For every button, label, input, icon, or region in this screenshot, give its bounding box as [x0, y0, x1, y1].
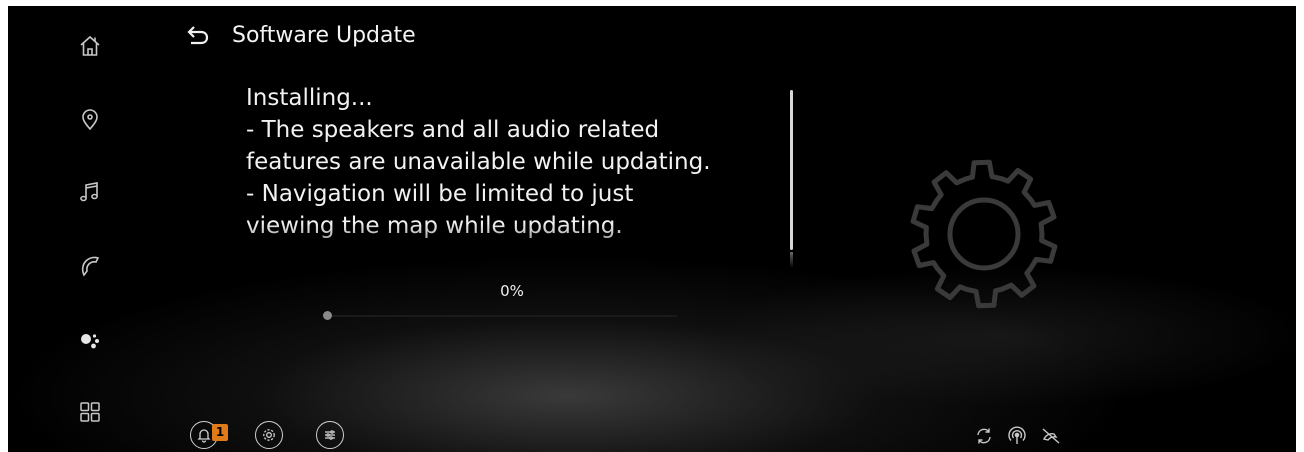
- sidebar-item-navigation[interactable]: [76, 105, 104, 133]
- message-line: viewing the map while updating.: [246, 213, 623, 239]
- sync-status: [973, 425, 995, 447]
- gear-icon: [263, 429, 275, 441]
- progress-percent: 0%: [500, 282, 524, 300]
- wireless-signal-icon: [1008, 426, 1026, 444]
- sidebar: [8, 6, 158, 452]
- bottom-status-bar: 1: [8, 416, 1296, 452]
- sidebar-item-home[interactable]: [76, 32, 104, 60]
- phone-icon: [81, 256, 100, 277]
- sidebar-item-media[interactable]: [76, 178, 104, 206]
- message-line: - Navigation will be limited to just: [246, 181, 634, 207]
- home-icon: [80, 35, 100, 56]
- location-pin-icon: [82, 109, 98, 131]
- infotainment-screen: Software Update Installing... - The spea…: [8, 6, 1296, 452]
- scrollbar-track: [790, 252, 793, 268]
- sidebar-item-assistant[interactable]: [76, 326, 104, 354]
- message-line: Installing...: [246, 85, 373, 111]
- sync-icon: [977, 428, 991, 444]
- settings-button[interactable]: [255, 421, 283, 449]
- sliders-icon: [325, 430, 335, 440]
- page-title: Software Update: [232, 22, 416, 48]
- google-assistant-icon: [81, 334, 99, 349]
- quick-controls-button[interactable]: [316, 421, 344, 449]
- phone-status: [1040, 425, 1062, 447]
- message-scrollbar[interactable]: [790, 90, 793, 250]
- phone-disconnected-icon: [1042, 428, 1060, 444]
- progress-bar: [323, 311, 677, 320]
- wireless-status: [1006, 425, 1028, 447]
- sidebar-item-phone[interactable]: [76, 252, 104, 280]
- progress-indicator: [323, 311, 332, 320]
- back-arrow-icon: [187, 26, 209, 45]
- back-button[interactable]: [184, 21, 212, 49]
- music-note-icon: [80, 182, 98, 202]
- message-line: features are unavailable while updating.: [246, 149, 711, 175]
- gear-icon: [910, 159, 1058, 309]
- update-message[interactable]: Installing... - The speakers and all aud…: [246, 82, 786, 272]
- notification-count-badge: 1: [212, 424, 228, 441]
- message-line: - The speakers and all audio related: [246, 117, 660, 143]
- bell-icon: [197, 429, 211, 443]
- page-header: Software Update: [184, 20, 416, 50]
- status-area-blank: [1130, 423, 1240, 452]
